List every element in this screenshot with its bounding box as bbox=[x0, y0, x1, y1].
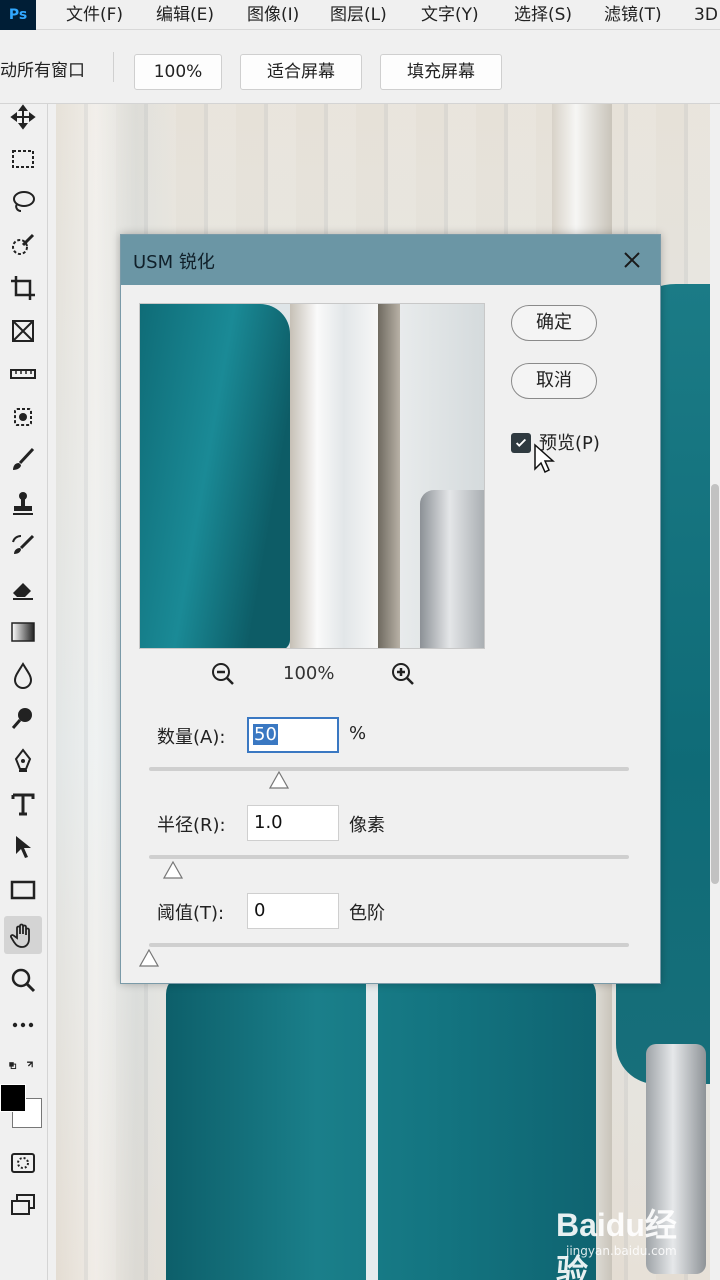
amount-value: 50 bbox=[253, 724, 278, 745]
menu-layer[interactable]: 图层(L) bbox=[330, 0, 387, 30]
photoshop-logo[interactable]: Ps bbox=[0, 0, 36, 30]
move-tool-icon[interactable] bbox=[4, 98, 42, 136]
menu-select[interactable]: 选择(S) bbox=[514, 0, 572, 30]
zoom-icon[interactable] bbox=[4, 961, 42, 999]
preview-door-gap bbox=[378, 304, 400, 648]
zoom-in-icon[interactable] bbox=[389, 660, 417, 688]
threshold-input[interactable]: 0 bbox=[247, 893, 339, 929]
scrollbar-thumb[interactable] bbox=[711, 484, 719, 884]
options-bar: 动所有窗口 100% 适合屏幕 填充屏幕 bbox=[0, 30, 720, 104]
more-icon[interactable] bbox=[4, 1006, 42, 1044]
amount-input[interactable]: 50 bbox=[247, 717, 339, 753]
preview-zoom-level: 100% bbox=[283, 663, 335, 684]
swap-colors-icon[interactable] bbox=[0, 1047, 44, 1085]
healing-icon[interactable] bbox=[4, 398, 42, 436]
rectangle-icon[interactable] bbox=[4, 871, 42, 909]
tools-panel bbox=[0, 104, 48, 1280]
quick-mask-icon[interactable] bbox=[4, 1144, 42, 1182]
threshold-label: 阈值(T): bbox=[157, 903, 225, 924]
stamp-icon[interactable] bbox=[4, 484, 42, 522]
threshold-unit: 色阶 bbox=[349, 903, 385, 924]
ok-button[interactable]: 确定 bbox=[511, 305, 597, 341]
dialog-title-bar[interactable]: USM 锐化 bbox=[121, 235, 660, 285]
foreground-color-swatch[interactable] bbox=[0, 1084, 26, 1112]
zoom-out-icon[interactable] bbox=[209, 660, 237, 688]
gradient-icon[interactable] bbox=[4, 613, 42, 651]
watermark-logo: Baidu经验 bbox=[556, 1207, 677, 1280]
menu-edit[interactable]: 编辑(E) bbox=[156, 0, 214, 30]
preview-checkbox[interactable] bbox=[511, 433, 531, 453]
menu-type[interactable]: 文字(Y) bbox=[421, 0, 479, 30]
menu-filter[interactable]: 滤镜(T) bbox=[604, 0, 662, 30]
preview-door bbox=[290, 304, 380, 648]
history-brush-icon[interactable] bbox=[4, 527, 42, 565]
eraser-icon[interactable] bbox=[4, 570, 42, 608]
cancel-button[interactable]: 取消 bbox=[511, 363, 597, 399]
unsharp-mask-dialog: USM 锐化 100% 确定 取消 预览(P) 数量(A): 50 % 半径(R… bbox=[120, 234, 661, 984]
options-divider bbox=[113, 52, 114, 82]
ruler-icon[interactable] bbox=[4, 355, 42, 393]
dialog-title: USM 锐化 bbox=[133, 252, 215, 273]
menu-bar: Ps 文件(F) 编辑(E) 图像(I) 图层(L) 文字(Y) 选择(S) 滤… bbox=[0, 0, 720, 30]
blur-icon[interactable] bbox=[4, 656, 42, 694]
zoom-100-button[interactable]: 100% bbox=[134, 54, 222, 90]
fill-screen-button[interactable]: 填充屏幕 bbox=[380, 54, 502, 90]
pen-icon[interactable] bbox=[4, 742, 42, 780]
frame-icon[interactable] bbox=[4, 312, 42, 350]
close-icon[interactable] bbox=[615, 243, 649, 277]
menu-image[interactable]: 图像(I) bbox=[247, 0, 299, 30]
radius-label: 半径(R): bbox=[157, 815, 226, 836]
rect-marquee-icon[interactable] bbox=[4, 140, 42, 178]
type-icon[interactable] bbox=[4, 785, 42, 823]
radius-input[interactable]: 1.0 bbox=[247, 805, 339, 841]
path-select-icon[interactable] bbox=[4, 828, 42, 866]
dodge-icon[interactable] bbox=[4, 699, 42, 737]
menu-file[interactable]: 文件(F) bbox=[66, 0, 123, 30]
hand-icon[interactable] bbox=[4, 916, 42, 954]
menu-3d[interactable]: 3D bbox=[694, 0, 718, 30]
radius-slider-track[interactable] bbox=[149, 855, 629, 859]
jacket-zipper bbox=[366, 974, 378, 1280]
radius-slider-thumb[interactable] bbox=[162, 860, 184, 879]
amount-slider-track[interactable] bbox=[149, 767, 629, 771]
threshold-slider-thumb[interactable] bbox=[138, 948, 160, 967]
radius-unit: 像素 bbox=[349, 815, 385, 836]
screen-mode-icon[interactable] bbox=[4, 1186, 42, 1224]
quick-select-icon[interactable] bbox=[4, 226, 42, 264]
fit-screen-button[interactable]: 适合屏幕 bbox=[240, 54, 362, 90]
preview-jacket bbox=[140, 304, 290, 648]
threshold-slider-track[interactable] bbox=[149, 943, 629, 947]
crop-icon[interactable] bbox=[4, 269, 42, 307]
all-windows-option[interactable]: 动所有窗口 bbox=[0, 56, 85, 81]
amount-unit: % bbox=[349, 723, 367, 744]
preview-handle bbox=[420, 490, 484, 648]
jacket-body bbox=[166, 974, 596, 1280]
amount-label: 数量(A): bbox=[157, 727, 226, 748]
amount-slider-thumb[interactable] bbox=[268, 770, 289, 789]
vertical-scrollbar[interactable] bbox=[710, 104, 720, 1280]
watermark-url: jingyan.baidu.com bbox=[566, 1244, 677, 1258]
baidu-watermark: Baidu经验 jingyan.baidu.com bbox=[556, 1200, 706, 1280]
lasso-icon[interactable] bbox=[4, 183, 42, 221]
filter-preview[interactable] bbox=[139, 303, 485, 649]
brush-icon[interactable] bbox=[4, 441, 42, 479]
mouse-cursor-icon bbox=[533, 443, 557, 475]
